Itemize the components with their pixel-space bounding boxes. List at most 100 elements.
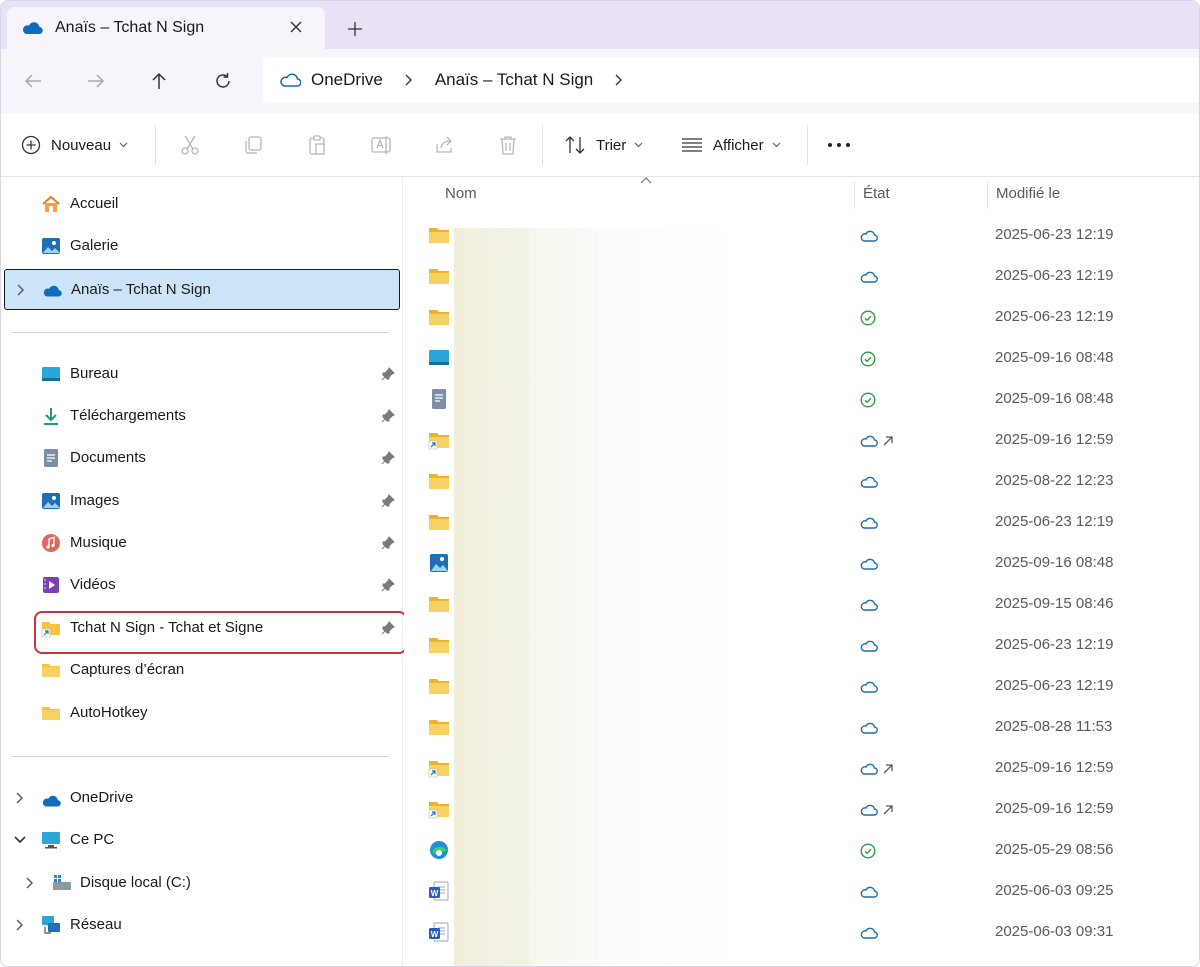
- tab-current[interactable]: Anaïs – Tchat N Sign: [7, 7, 325, 49]
- column-separator[interactable]: [987, 181, 988, 209]
- sort-button[interactable]: Trier: [564, 129, 643, 161]
- cloud-status-icon: [860, 681, 878, 693]
- share-button[interactable]: [433, 129, 455, 161]
- close-tab-icon[interactable]: [285, 16, 307, 38]
- chevron-right-icon[interactable]: [14, 283, 28, 297]
- sidebar-item-onedrive[interactable]: OneDrive: [1, 781, 403, 815]
- column-separator[interactable]: [854, 181, 855, 209]
- view-lines-icon: [682, 138, 702, 152]
- chevron-right-icon[interactable]: [13, 918, 27, 932]
- sidebar-item-pictures[interactable]: Images: [1, 484, 403, 518]
- pictures-icon: [42, 493, 60, 509]
- column-header-name[interactable]: Nom: [445, 177, 477, 209]
- modified-date: 2025-06-23 12:19: [995, 513, 1114, 530]
- sidebar-item-anais-tchat-n-sign[interactable]: Anaïs – Tchat N Sign: [4, 269, 400, 310]
- cloud-status-icon: [860, 927, 878, 939]
- chevron-down-icon: [634, 142, 643, 148]
- pin-icon[interactable]: [381, 409, 395, 423]
- copy-button[interactable]: [242, 129, 264, 161]
- sidebar-item-documents[interactable]: Documents: [1, 441, 403, 475]
- rename-button[interactable]: [370, 129, 392, 161]
- sort-ascending-icon: [640, 177, 652, 184]
- sidebar-item-this-pc[interactable]: Ce PC: [1, 823, 403, 857]
- pin-icon[interactable]: [381, 367, 395, 381]
- delete-button[interactable]: [497, 129, 519, 161]
- pin-icon[interactable]: [381, 536, 395, 550]
- cut-button[interactable]: [179, 129, 201, 161]
- column-header-status[interactable]: État: [863, 177, 890, 209]
- pin-icon[interactable]: [381, 494, 395, 508]
- address-bar[interactable]: OneDrive Anaïs – Tchat N Sign: [263, 57, 1199, 103]
- paste-button[interactable]: [306, 129, 328, 161]
- pin-icon[interactable]: [381, 578, 395, 592]
- tab-strip: Anaïs – Tchat N Sign: [1, 1, 1199, 49]
- sidebar-item-autohotkey[interactable]: AutoHotkey: [1, 696, 403, 730]
- sidebar-item-gallery[interactable]: Galerie: [1, 229, 403, 263]
- sync-status: [860, 227, 878, 245]
- sidebar-item-label: Ce PC: [70, 831, 115, 848]
- sync-status: [860, 555, 878, 573]
- sync-status: [860, 842, 876, 860]
- modified-date: 2025-05-29 08:56: [995, 841, 1114, 858]
- shortcut-arrow-icon: [883, 436, 893, 446]
- new-button-label: Nouveau: [51, 136, 112, 154]
- refresh-icon: [216, 73, 230, 88]
- sync-status: [860, 637, 878, 655]
- view-button[interactable]: Afficher: [681, 129, 781, 161]
- download-icon: [44, 408, 58, 425]
- folder-icon: [42, 707, 60, 720]
- sidebar-item-label: Disque local (C:): [80, 874, 191, 891]
- forward-button[interactable]: [80, 65, 112, 97]
- sidebar-item-music[interactable]: Musique: [1, 526, 403, 560]
- word-icon: W: [428, 922, 450, 942]
- chevron-right-icon[interactable]: [23, 876, 37, 890]
- onedrive-cloud-icon: [43, 285, 62, 297]
- breadcrumb-folder[interactable]: Anaïs – Tchat N Sign: [435, 70, 593, 90]
- sidebar-item-network[interactable]: Réseau: [1, 908, 403, 942]
- sidebar-item-label: Galerie: [70, 237, 119, 254]
- sidebar-item-desktop[interactable]: Bureau: [1, 357, 403, 391]
- home-icon: [42, 195, 60, 212]
- redacted-names-blur: [454, 228, 784, 966]
- breadcrumb-onedrive[interactable]: OneDrive: [311, 70, 383, 90]
- file-explorer-window: Anaïs – Tchat N Sign OneDrive Anaïs – Tc…: [0, 0, 1200, 967]
- network-icon: [42, 916, 60, 934]
- copy-icon: [245, 136, 262, 154]
- chevron-down-icon[interactable]: [13, 833, 27, 847]
- view-button-label: Afficher: [713, 136, 764, 154]
- up-button[interactable]: [143, 65, 175, 97]
- arrow-right-icon: [88, 74, 105, 88]
- chevron-right-icon[interactable]: [615, 74, 623, 86]
- desktop-icon: [42, 367, 60, 381]
- tab-title: Anaïs – Tchat N Sign: [55, 19, 205, 36]
- sidebar-item-label: Téléchargements: [70, 407, 186, 424]
- back-button[interactable]: [17, 65, 49, 97]
- sidebar-item-home[interactable]: Accueil: [1, 187, 403, 221]
- chevron-right-icon[interactable]: [13, 791, 27, 805]
- more-options-button[interactable]: [827, 129, 851, 161]
- modified-date: 2025-06-23 12:19: [995, 677, 1114, 694]
- column-header-label: État: [863, 184, 890, 202]
- music-icon: [42, 534, 60, 552]
- folder-shortcut-icon: [428, 799, 450, 819]
- pin-icon[interactable]: [381, 451, 395, 465]
- cloud-status-icon: [860, 271, 878, 283]
- synced-check-icon: [860, 310, 876, 326]
- new-button[interactable]: Nouveau: [21, 129, 128, 161]
- computer-icon: [42, 832, 60, 849]
- sync-status: [860, 924, 878, 942]
- cloud-status-icon: [860, 230, 878, 242]
- refresh-button[interactable]: [207, 65, 239, 97]
- sync-status: [860, 391, 876, 409]
- arrow-left-icon: [24, 74, 41, 88]
- sidebar-item-screenshots[interactable]: Captures d’écran: [1, 653, 403, 687]
- column-header-modified[interactable]: Modifié le: [996, 177, 1060, 209]
- sync-status: [860, 514, 878, 532]
- sidebar-item-downloads[interactable]: Téléchargements: [1, 399, 403, 433]
- folder-icon: [428, 307, 450, 327]
- sidebar-item-videos[interactable]: Vidéos: [1, 568, 403, 602]
- chevron-right-icon[interactable]: [405, 74, 413, 86]
- sidebar-item-label: Captures d’écran: [70, 661, 185, 678]
- sidebar-item-local-disk[interactable]: Disque local (C:): [1, 866, 403, 900]
- new-tab-button[interactable]: [341, 15, 369, 43]
